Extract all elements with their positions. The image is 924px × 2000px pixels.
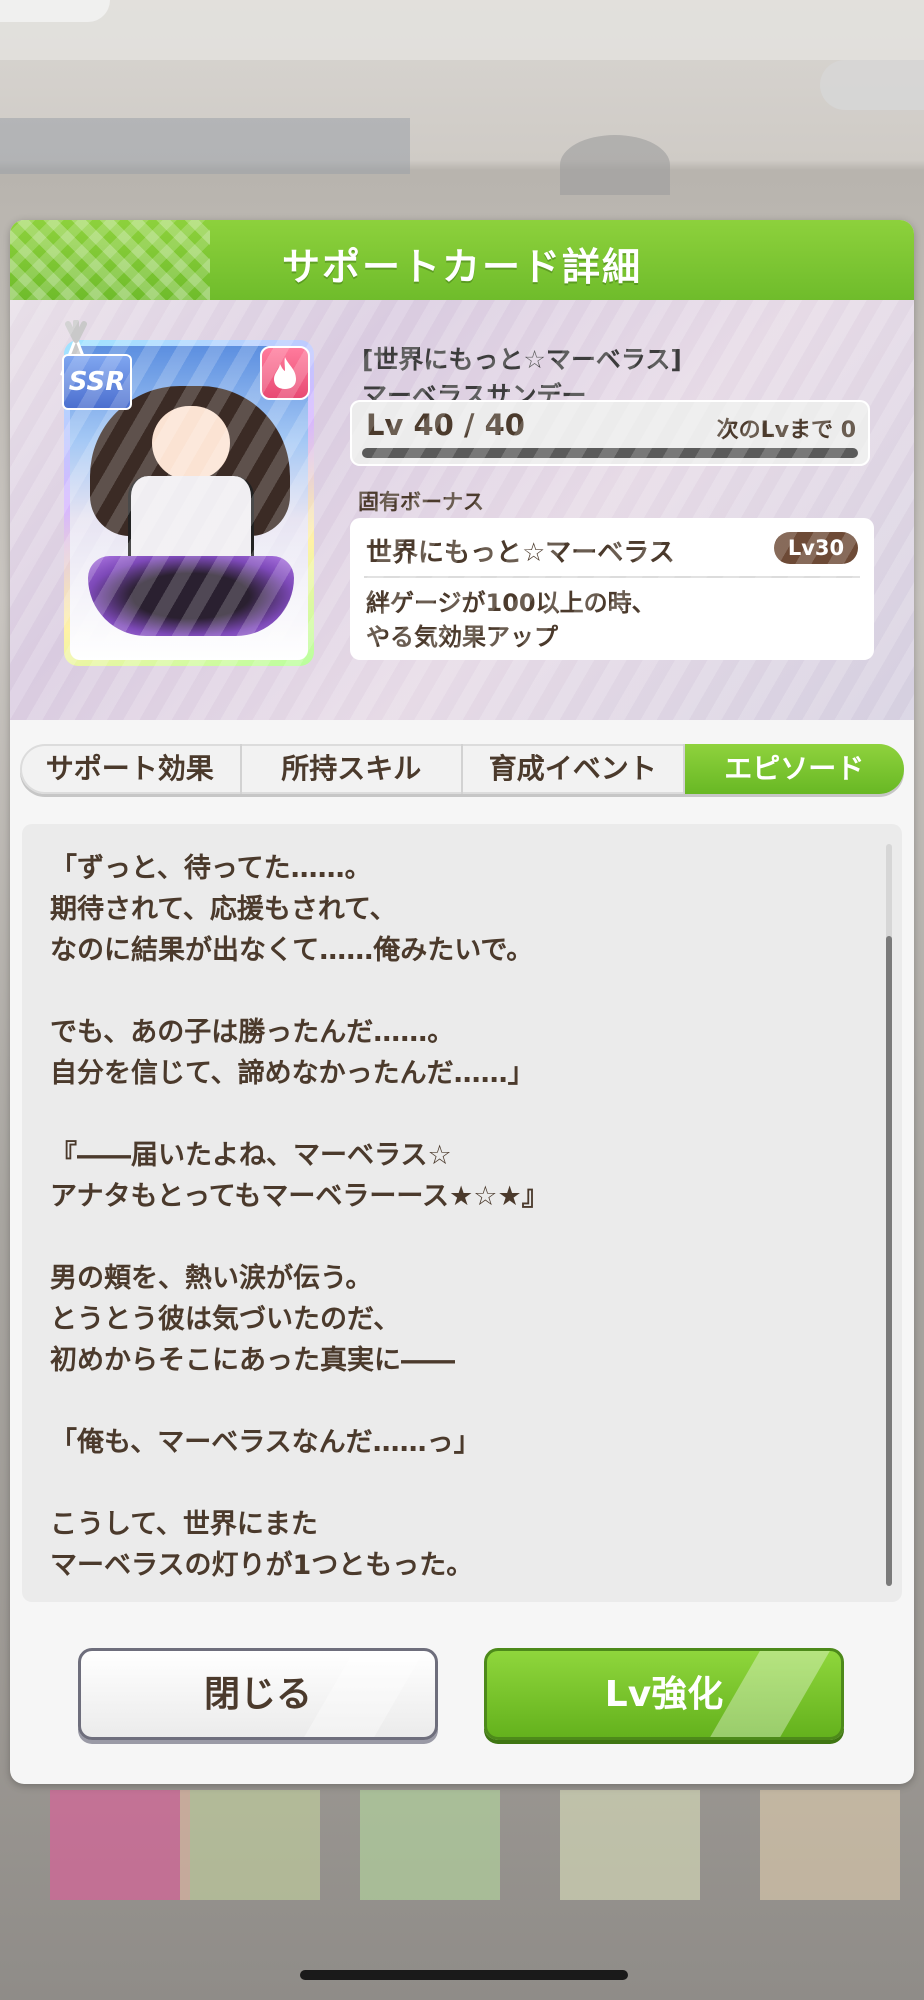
card-artwork (70, 346, 308, 660)
background-tile (760, 1790, 900, 1900)
level-text: Lv 40 / 40 (366, 408, 525, 442)
background-shape (0, 0, 110, 22)
bonus-name: 世界にもっと☆マーベラス (366, 538, 675, 568)
rarity-badge: SSR (62, 354, 132, 410)
episode-line: 「ずっと、待ってた……。 (50, 853, 372, 884)
close-button-label: 閉じる (203, 1674, 312, 1715)
episode-line: こうして、世界にまた (50, 1509, 318, 1540)
home-indicator[interactable] (300, 1970, 628, 1980)
level-box: Lv 40 / 40 次のLvまで 0 (350, 400, 870, 466)
episode-line: 初めからそこにあった真実に―― (50, 1345, 455, 1376)
tab-skills[interactable]: 所持スキル (242, 744, 463, 794)
background-tile (50, 1790, 190, 1900)
episode-text: 「ずっと、待ってた……。 期待されて、応援もされて、 なのに結果が出なくて……俺… (50, 848, 840, 1586)
artwork-hair (90, 386, 290, 536)
bonus-level-badge: Lv30 (774, 532, 858, 564)
card-info-area: SSR [世界にもっと☆マーベラス] マーベラスサンデー Lv 40 / 40 … (10, 300, 914, 720)
dialog-title: サポートカード詳細 (281, 245, 642, 289)
background-lamp (820, 60, 924, 110)
tab-support-effect[interactable]: サポート効果 (20, 744, 242, 794)
episode-line: 男の頬を、熱い涙が伝う。 (50, 1263, 373, 1294)
next-level-text: 次のLvまで 0 (716, 418, 856, 443)
episode-line (50, 1463, 840, 1504)
bonus-description: 絆ゲージが100以上の時、 やる気効果アップ (366, 586, 656, 654)
background-tile (560, 1790, 700, 1900)
artwork-body (128, 476, 254, 566)
fire-icon (274, 357, 296, 389)
divider (364, 576, 860, 578)
episode-line (50, 971, 840, 1012)
episode-text-panel[interactable]: 「ずっと、待ってた……。 期待されて、応援もされて、 なのに結果が出なくて……俺… (22, 824, 902, 1602)
level-up-button-label: Lv強化 (604, 1674, 724, 1715)
background-sign (0, 118, 410, 174)
detail-tabs: サポート効果 所持スキル 育成イベント エピソード (20, 744, 904, 794)
level-progress-bar (362, 448, 858, 458)
background-ceiling (0, 0, 924, 60)
episode-line: 『――届いたよね、マーベラス☆ (50, 1140, 452, 1171)
dialog-header: サポートカード詳細 (10, 220, 914, 300)
episode-line: 期待されて、応援もされて、 (50, 894, 397, 925)
tab-training-events[interactable]: 育成イベント (463, 744, 685, 794)
background-tile (360, 1790, 500, 1900)
episode-line: アナタもとってもマーベラーース★☆★』 (50, 1181, 549, 1212)
card-title-line: [世界にもっと☆マーベラス] (362, 345, 682, 374)
episode-line: 「俺も、マーベラスなんだ……っ」 (50, 1427, 481, 1458)
unique-bonus-box: 世界にもっと☆マーベラス Lv30 絆ゲージが100以上の時、 やる気効果アップ (350, 518, 874, 660)
episode-line: なのに結果が出なくて……俺みたいで。 (50, 935, 534, 966)
level-up-button[interactable]: Lv強化 (484, 1648, 844, 1740)
bonus-desc-line: やる気効果アップ (366, 623, 558, 651)
type-badge (260, 346, 310, 400)
background-tile (180, 1790, 320, 1900)
support-card-image[interactable]: SSR (60, 320, 314, 666)
support-card-detail-dialog: サポートカード詳細 SSR [世界にもっと☆マーベラス] マーベラスサンデー L… (10, 220, 914, 1784)
artwork-skirt (88, 556, 294, 636)
background-menu-strip (0, 1790, 924, 1900)
episode-line: とうとう彼は気づいたのだ、 (50, 1304, 401, 1335)
background-lamp (560, 135, 670, 195)
unique-bonus-label: 固有ボーナス (358, 490, 484, 514)
episode-line (50, 1217, 840, 1258)
episode-line (50, 1381, 840, 1422)
scrollbar-thumb[interactable] (886, 936, 892, 1586)
carrot-icon (60, 320, 92, 380)
artwork-face (152, 406, 230, 480)
close-button[interactable]: 閉じる (78, 1648, 438, 1740)
card-name: [世界にもっと☆マーベラス] マーベラスサンデー (362, 342, 682, 414)
bonus-desc-line: 絆ゲージが100以上の時、 (366, 589, 656, 617)
episode-line (50, 1094, 840, 1135)
tab-episode[interactable]: エピソード (684, 744, 904, 794)
card-character-name: マーベラスサンデー (362, 381, 587, 410)
episode-line: マーベラスの灯りが1つともった。 (50, 1550, 474, 1581)
episode-line: でも、あの子は勝ったんだ……。 (50, 1017, 455, 1048)
episode-line: 自分を信じて、諦めなかったんだ……」 (50, 1058, 535, 1089)
